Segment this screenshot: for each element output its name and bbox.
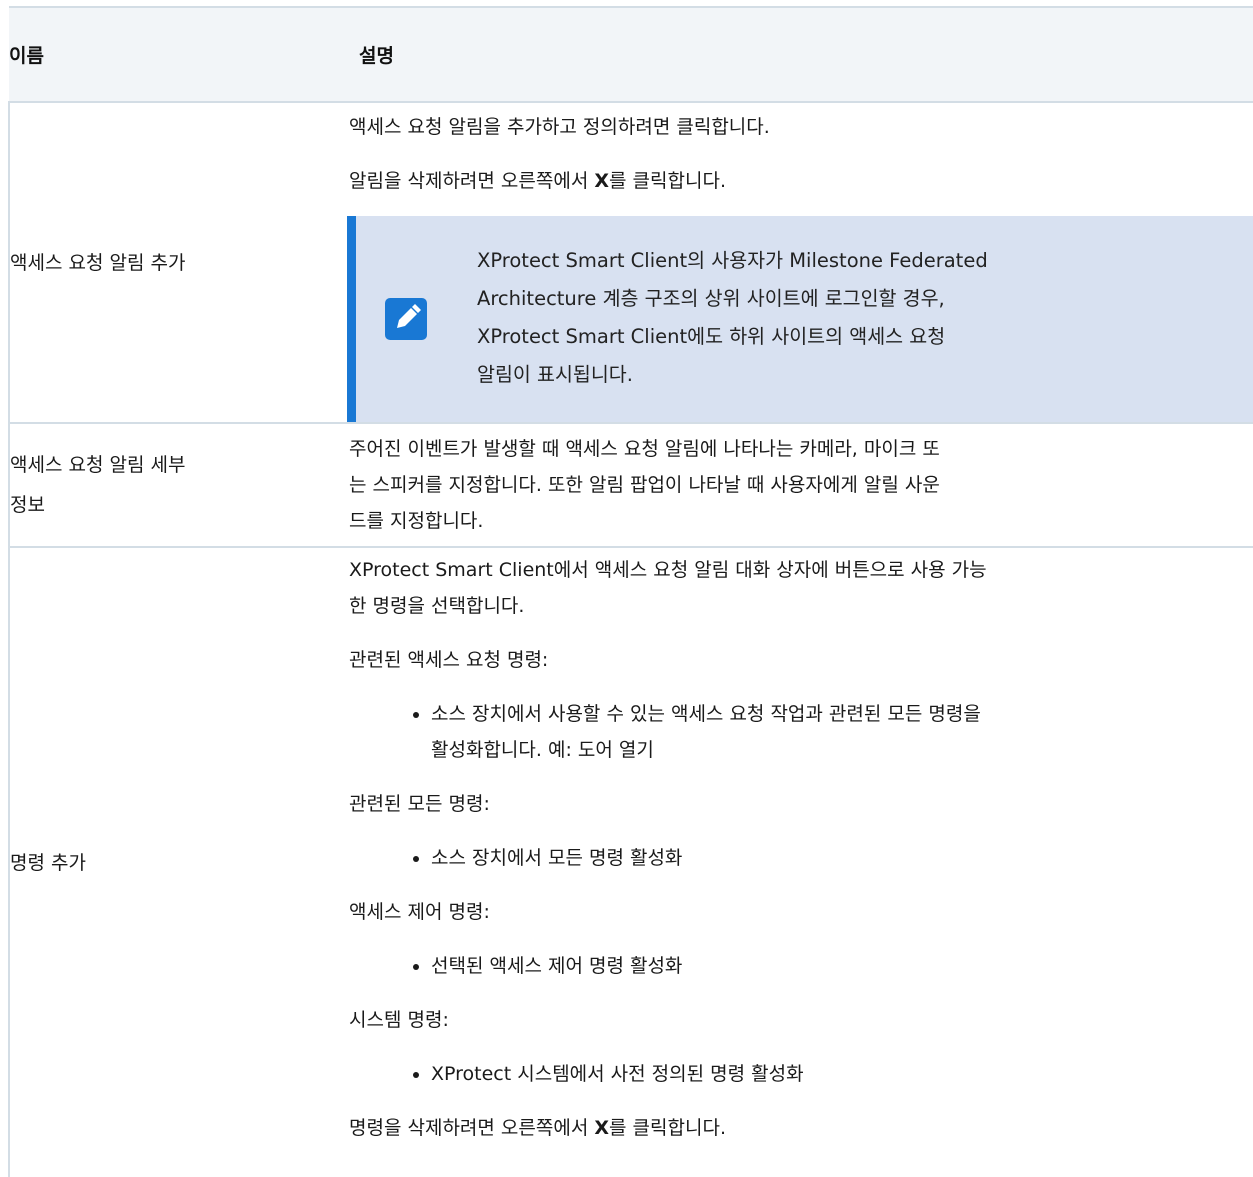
note-box: XProtect Smart Client의 사용자가 Milestone Fe… [347, 216, 1253, 422]
note-line: XProtect Smart Client의 사용자가 Milestone Fe… [477, 249, 988, 272]
settings-table: 이름 설명 액세스 요청 알림 추가 액세스 요청 알림을 추가하고 정의하려면… [8, 6, 1253, 1177]
table-row: 명령 추가 XProtect Smart Client에서 액세스 요청 알림 … [8, 547, 1253, 1177]
description-line: 명령을 삭제하려면 오른쪽에서 X를 클릭합니다. [349, 1110, 1253, 1146]
table-row: 액세스 요청 알림 세부 정보 주어진 이벤트가 발생할 때 액세스 요청 알림… [8, 423, 1253, 548]
note-line: Architecture 계층 구조의 상위 사이트에 로그인할 경우, [477, 287, 945, 310]
group-label: 액세스 제어 명령: [349, 901, 490, 923]
list-item: 소스 장치에서 모든 명령 활성화 [431, 840, 1253, 876]
description-line: 액세스 요청 알림을 추가하고 정의하려면 클릭합니다. [349, 116, 770, 138]
row-description: XProtect Smart Client에서 액세스 요청 알림 대화 상자에… [349, 547, 1253, 1177]
row-name: 명령 추가 [8, 547, 349, 1177]
bullet-list: 소스 장치에서 모든 명령 활성화 [349, 840, 1253, 876]
row-description: 주어진 이벤트가 발생할 때 액세스 요청 알림에 나타나는 카메라, 마이크 … [349, 423, 1253, 548]
note-text: XProtect Smart Client의 사용자가 Milestone Fe… [477, 242, 1117, 394]
row-description: 액세스 요청 알림을 추가하고 정의하려면 클릭합니다. 알림을 삭제하려면 오… [347, 102, 1253, 424]
note-line: 알림이 표시됩니다. [477, 363, 633, 386]
group-label: 시스템 명령: [349, 1009, 449, 1031]
pencil-icon [385, 298, 427, 340]
list-item: XProtect 시스템에서 사전 정의된 명령 활성화 [431, 1056, 1253, 1092]
row-name: 액세스 요청 알림 세부 정보 [8, 423, 349, 548]
header-name: 이름 [9, 6, 349, 103]
description-line: 알림을 삭제하려면 오른쪽에서 X를 클릭합니다. [349, 163, 1253, 199]
description-line: 주어진 이벤트가 발생할 때 액세스 요청 알림에 나타나는 카메라, 마이크 … [349, 438, 940, 460]
list-item: 소스 장치에서 사용할 수 있는 액세스 요청 작업과 관련된 모든 명령을 활… [431, 696, 1253, 768]
list-item-line: 소스 장치에서 사용할 수 있는 액세스 요청 작업과 관련된 모든 명령을 [431, 703, 981, 725]
bold-text: X [594, 170, 610, 192]
row-name-line: 정보 [10, 494, 45, 516]
list-item: 선택된 액세스 제어 명령 활성화 [431, 948, 1253, 984]
description-line: 한 명령을 선택합니다. [349, 595, 525, 617]
row-name-line: 액세스 요청 알림 세부 [10, 454, 186, 476]
header-description: 설명 [349, 6, 1253, 103]
group-label: 관련된 액세스 요청 명령: [349, 649, 549, 671]
description-line: 드를 지정합니다. [349, 510, 484, 532]
text: 를 클릭합니다. [609, 170, 726, 192]
table-row: 액세스 요청 알림 추가 액세스 요청 알림을 추가하고 정의하려면 클릭합니다… [8, 102, 1253, 424]
text: 명령을 삭제하려면 오른쪽에서 [349, 1117, 595, 1139]
bullet-list: 소스 장치에서 사용할 수 있는 액세스 요청 작업과 관련된 모든 명령을 활… [349, 696, 1253, 768]
row-name: 액세스 요청 알림 추가 [8, 102, 349, 424]
bold-text: X [594, 1117, 610, 1139]
group-label: 관련된 모든 명령: [349, 793, 490, 815]
description-line: 는 스피커를 지정합니다. 또한 알림 팝업이 나타날 때 사용자에게 알릴 사… [349, 474, 940, 496]
document-page: 이름 설명 액세스 요청 알림 추가 액세스 요청 알림을 추가하고 정의하려면… [0, 0, 1253, 1177]
text: 를 클릭합니다. [609, 1117, 726, 1139]
bullet-list: XProtect 시스템에서 사전 정의된 명령 활성화 [349, 1056, 1253, 1092]
list-item-line: 활성화합니다. 예: 도어 열기 [431, 739, 654, 761]
table-header-row: 이름 설명 [9, 6, 1253, 103]
bullet-list: 선택된 액세스 제어 명령 활성화 [349, 948, 1253, 984]
description-line: XProtect Smart Client에서 액세스 요청 알림 대화 상자에… [349, 559, 987, 581]
text: 알림을 삭제하려면 오른쪽에서 [349, 170, 595, 192]
note-line: XProtect Smart Client에도 하위 사이트의 액세스 요청 [477, 325, 946, 348]
